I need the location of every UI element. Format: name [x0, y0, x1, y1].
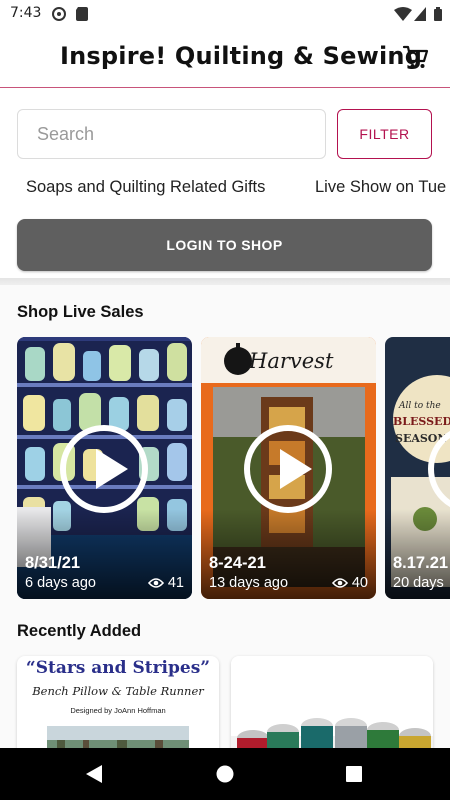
wifi-icon — [394, 7, 412, 21]
system-nav-bar — [0, 748, 450, 800]
product-heading: “Stars and Stripes” — [25, 658, 211, 678]
live-sale-views: 41 — [147, 575, 184, 591]
play-icon[interactable] — [60, 425, 148, 513]
cart-icon[interactable] — [402, 43, 430, 71]
eye-icon — [147, 578, 164, 588]
recently-added-heading: Recently Added — [17, 622, 142, 640]
category-scroller[interactable]: Soaps and Quilting Related Gifts Live Sh… — [0, 176, 450, 204]
status-time: 7:43 — [10, 5, 42, 21]
live-sale-card[interactable]: Harvest 8-24-21 13 days ago 40 — [201, 337, 376, 599]
live-sale-card[interactable]: All to the BLESSED SEASON 8.17.21 20 day… — [385, 337, 450, 599]
shop-live-sales-heading: Shop Live Sales — [17, 303, 144, 321]
live-sale-age: 6 days ago — [25, 575, 96, 591]
battery-icon — [434, 7, 442, 21]
status-bar: 7:43 — [0, 0, 450, 28]
view-count: 41 — [167, 575, 184, 591]
sd-card-icon — [76, 7, 88, 21]
app-title: Inspire! Quilting & Sewing — [60, 42, 423, 70]
live-sale-date: 8.17.21 — [393, 554, 449, 572]
home-icon[interactable] — [216, 765, 234, 783]
product-credit: Designed by JoAnn Hoffman — [70, 706, 166, 715]
recents-icon[interactable] — [346, 766, 362, 782]
play-icon[interactable] — [244, 425, 332, 513]
signal-icon — [414, 7, 426, 21]
live-sale-date: 8-24-21 — [209, 554, 266, 572]
app-header: Inspire! Quilting & Sewing — [0, 28, 450, 88]
back-icon[interactable] — [86, 765, 104, 783]
live-sale-card[interactable]: 8/31/21 6 days ago 41 — [17, 337, 192, 599]
view-count: 40 — [351, 575, 368, 591]
thumbnail-text: BLESSED — [393, 415, 450, 428]
sync-status-icon — [52, 7, 66, 21]
category-soaps-gifts[interactable]: Soaps and Quilting Related Gifts — [26, 178, 265, 197]
live-sale-age: 13 days ago — [209, 575, 289, 591]
product-subtitle: Bench Pillow & Table Runner — [32, 684, 204, 698]
live-sale-age: 20 days — [393, 575, 444, 591]
category-live-show[interactable]: Live Show on Tue — [315, 178, 446, 197]
live-sale-date: 8/31/21 — [25, 554, 81, 572]
harvest-thumbnail-text: Harvest — [249, 349, 334, 373]
thumbnail-text: All to the — [399, 401, 441, 411]
live-sale-views: 40 — [331, 575, 368, 591]
login-to-shop-button[interactable]: LOGIN TO SHOP — [17, 219, 432, 271]
filter-button[interactable]: FILTER — [337, 109, 432, 159]
search-input[interactable] — [17, 109, 326, 159]
eye-icon — [331, 578, 348, 588]
